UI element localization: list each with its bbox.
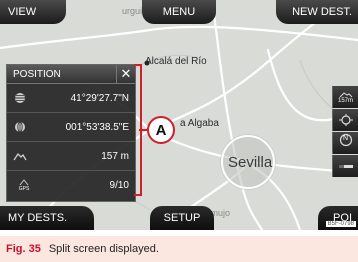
compass-label: N: [342, 134, 349, 142]
gps-satellite-icon: GPS: [13, 178, 35, 192]
map-label-sevilla: Sevilla: [228, 154, 273, 171]
close-icon[interactable]: ✕: [116, 65, 135, 83]
navigation-screen: urguillo Alcalá del Río a Algaba Sevilla…: [0, 0, 358, 230]
altitude-value: 157 m: [101, 150, 129, 162]
gps-satellite-value: 9/10: [109, 179, 129, 191]
longitude-icon: [13, 120, 27, 134]
map-label-algaba: a Algaba: [180, 118, 219, 129]
longitude-value: 001°53'38.5"E: [65, 121, 129, 133]
callout-marker-a: A: [147, 116, 175, 144]
view-mode-button[interactable]: [332, 109, 358, 131]
setup-button[interactable]: SETUP: [150, 206, 214, 230]
position-row-longitude: 001°53'38.5"E: [7, 113, 135, 142]
position-panel-title: POSITION: [13, 68, 61, 80]
altitude-display-button[interactable]: 157m: [332, 86, 358, 108]
right-map-controls: 157m N: [332, 86, 358, 177]
view-button[interactable]: VIEW: [0, 0, 66, 24]
latitude-icon: [13, 91, 27, 105]
position-row-latitude: 41°29'27.7"N: [7, 84, 135, 113]
figure-caption: Fig. 35 Split screen displayed.: [0, 236, 358, 262]
figure-number: Fig. 35: [6, 243, 41, 255]
zoom-scale-button[interactable]: [332, 155, 358, 177]
menu-button[interactable]: MENU: [142, 0, 216, 24]
scale-bar-icon: [338, 165, 353, 168]
my-destinations-button[interactable]: MY DESTS.: [0, 206, 94, 230]
position-row-altitude: 157 m: [7, 142, 135, 171]
gps-label: GPS: [18, 185, 30, 192]
compass-button[interactable]: N: [332, 132, 358, 154]
figure-code: B5F-0798: [325, 221, 356, 227]
altitude-icon: [13, 149, 27, 163]
position-panel-header: POSITION ✕: [7, 65, 135, 84]
position-row-gps: GPS 9/10: [7, 171, 135, 199]
map-label-alcala: Alcalá del Río: [145, 56, 207, 67]
altitude-display-label: 157m: [337, 97, 353, 104]
position-panel: POSITION ✕ 41°29'27.7"N 001°53'38.5"E 15…: [6, 64, 136, 202]
caption-text: Split screen displayed.: [48, 243, 159, 255]
new-destination-button[interactable]: NEW DEST.: [276, 0, 358, 24]
latitude-value: 41°29'27.7"N: [70, 92, 129, 104]
